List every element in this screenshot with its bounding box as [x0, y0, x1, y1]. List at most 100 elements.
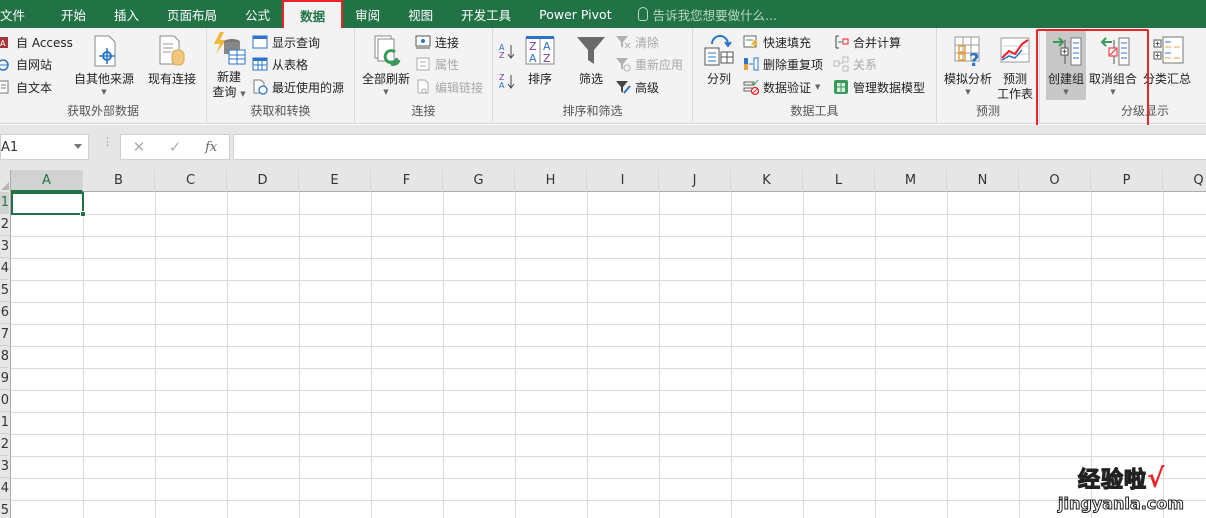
text-to-columns-icon	[702, 34, 736, 68]
column-header[interactable]: A	[11, 170, 83, 192]
fill-handle[interactable]	[80, 211, 86, 217]
active-cell[interactable]	[11, 192, 86, 217]
tell-me-search[interactable]: 告诉我您想要做什么...	[626, 0, 777, 28]
tab-page-layout[interactable]: 页面布局	[153, 0, 231, 28]
new-query-button[interactable]: 新建 查询 ▼	[209, 32, 249, 100]
column-header[interactable]: F	[371, 170, 443, 192]
existing-connections-icon	[155, 34, 189, 68]
row-header[interactable]: 6	[0, 302, 9, 324]
grid-line	[803, 192, 804, 518]
grid-line	[11, 236, 1206, 237]
dropdown-caret-icon: ▼	[1063, 88, 1069, 96]
data-validation-button[interactable]: 数据验证 ▼	[743, 77, 820, 97]
row-header[interactable]: 7	[0, 324, 9, 346]
row-header[interactable]: 8	[0, 346, 9, 368]
reapply-button[interactable]: 重新应用	[615, 54, 683, 74]
relationships-button[interactable]: 关系	[833, 54, 877, 74]
connections-icon	[415, 34, 431, 50]
show-queries-button[interactable]: 显示查询	[252, 32, 320, 52]
from-web-button[interactable]: 自网站	[0, 54, 52, 74]
properties-button[interactable]: 属性	[415, 54, 459, 74]
advanced-filter-button[interactable]: 高级	[615, 77, 659, 97]
column-header[interactable]: J	[659, 170, 731, 192]
tab-data[interactable]: 数据	[282, 0, 344, 30]
group-button[interactable]: 创建组 ▼	[1046, 30, 1086, 100]
filter-button[interactable]: 筛选	[573, 34, 609, 87]
row-header[interactable]: 11	[0, 412, 9, 434]
column-header[interactable]: C	[155, 170, 227, 192]
existing-connections-button[interactable]: 现有连接	[145, 34, 199, 87]
column-header[interactable]: H	[515, 170, 587, 192]
consolidate-button[interactable]: 合并计算	[833, 32, 901, 52]
subtotal-button[interactable]: 分类汇总	[1140, 34, 1194, 87]
column-header[interactable]: E	[299, 170, 371, 192]
select-all-button[interactable]	[0, 170, 11, 192]
sort-za-icon: ZA	[499, 72, 515, 90]
refresh-all-button[interactable]: 全部刷新 ▼	[359, 34, 413, 97]
row-header[interactable]: 4	[0, 258, 9, 280]
column-header[interactable]: N	[947, 170, 1019, 192]
forecast-sheet-button[interactable]: 预测 工作表	[995, 34, 1035, 102]
from-table-button[interactable]: 从表格	[252, 54, 308, 74]
text-to-columns-button[interactable]: 分列	[699, 34, 739, 87]
tab-insert[interactable]: 插入	[100, 0, 153, 28]
insert-function-icon[interactable]: fx	[205, 140, 217, 155]
column-header[interactable]: Q	[1163, 170, 1206, 192]
sort-button[interactable]: ZAAZ 排序	[523, 34, 557, 87]
column-header[interactable]: K	[731, 170, 803, 192]
row-header[interactable]: 12	[0, 434, 9, 456]
drag-handle-icon[interactable]: ⋮	[102, 136, 113, 147]
row-header[interactable]: 10	[0, 390, 9, 412]
column-header[interactable]: L	[803, 170, 875, 192]
row-header[interactable]: 2	[0, 214, 9, 236]
connections-button[interactable]: 连接	[415, 32, 459, 52]
ungroup-button[interactable]: 取消组合 ▼	[1088, 34, 1138, 97]
recent-sources-button[interactable]: 最近使用的源	[252, 77, 344, 97]
remove-duplicates-button[interactable]: 删除重复项	[743, 54, 823, 74]
tab-review[interactable]: 审阅	[341, 0, 394, 28]
formula-input[interactable]	[233, 134, 1206, 160]
from-access-button[interactable]: A 自 Access	[0, 32, 73, 52]
edit-links-button[interactable]: 编辑链接	[415, 77, 483, 97]
column-header[interactable]: G	[443, 170, 515, 192]
tab-formulas[interactable]: 公式	[231, 0, 284, 28]
tab-developer[interactable]: 开发工具	[447, 0, 525, 28]
row-header[interactable]: 14	[0, 478, 9, 500]
what-if-analysis-button[interactable]: ? 模拟分析 ▼	[941, 34, 995, 97]
row-header[interactable]: 15	[0, 500, 9, 518]
from-text-button[interactable]: 自文本	[0, 77, 52, 97]
name-box[interactable]: A1	[0, 134, 89, 160]
sort-ascending-button[interactable]: AZ	[499, 40, 515, 60]
chevron-down-icon[interactable]	[74, 144, 82, 149]
row-header[interactable]: 3	[0, 236, 9, 258]
column-header[interactable]: M	[875, 170, 947, 192]
edit-links-icon	[415, 79, 431, 95]
grid-line	[11, 324, 1206, 325]
column-header[interactable]: O	[1019, 170, 1091, 192]
from-other-sources-button[interactable]: 自其他来源 ▼	[72, 34, 136, 97]
row-header[interactable]: 5	[0, 280, 9, 302]
enter-icon[interactable]: ✓	[169, 138, 182, 156]
column-header[interactable]: I	[587, 170, 659, 192]
tell-me-text: 告诉我您想要做什么...	[652, 7, 778, 23]
group-label: 分级显示	[1120, 104, 1169, 118]
tab-view[interactable]: 视图	[394, 0, 447, 28]
tab-home[interactable]: 开始	[47, 0, 100, 28]
grid-line	[1163, 192, 1164, 518]
tab-power-pivot[interactable]: Power Pivot	[525, 0, 625, 28]
cancel-icon[interactable]: ✕	[133, 138, 146, 156]
row-header[interactable]: 13	[0, 456, 9, 478]
ribbon: A 自 Access 自网站 自文本 自其他来源 ▼ 现有连接 获取外部数据 新…	[0, 28, 1206, 124]
column-header[interactable]: B	[83, 170, 155, 192]
tab-file[interactable]: 文件	[0, 0, 47, 28]
column-header[interactable]: D	[227, 170, 299, 192]
row-header[interactable]: 9	[0, 368, 9, 390]
sort-descending-button[interactable]: ZA	[499, 70, 515, 90]
cells-area[interactable]	[11, 192, 1206, 518]
column-header[interactable]: P	[1091, 170, 1163, 192]
row-header[interactable]: 1	[0, 192, 9, 214]
clear-filter-button[interactable]: 清除	[615, 32, 659, 52]
group-get-transform: 新建 查询 ▼ 显示查询 从表格 最近使用的源 获取和转换	[207, 28, 355, 124]
flash-fill-button[interactable]: 快速填充	[743, 32, 811, 52]
manage-data-model-button[interactable]: 管理数据模型	[833, 77, 925, 97]
